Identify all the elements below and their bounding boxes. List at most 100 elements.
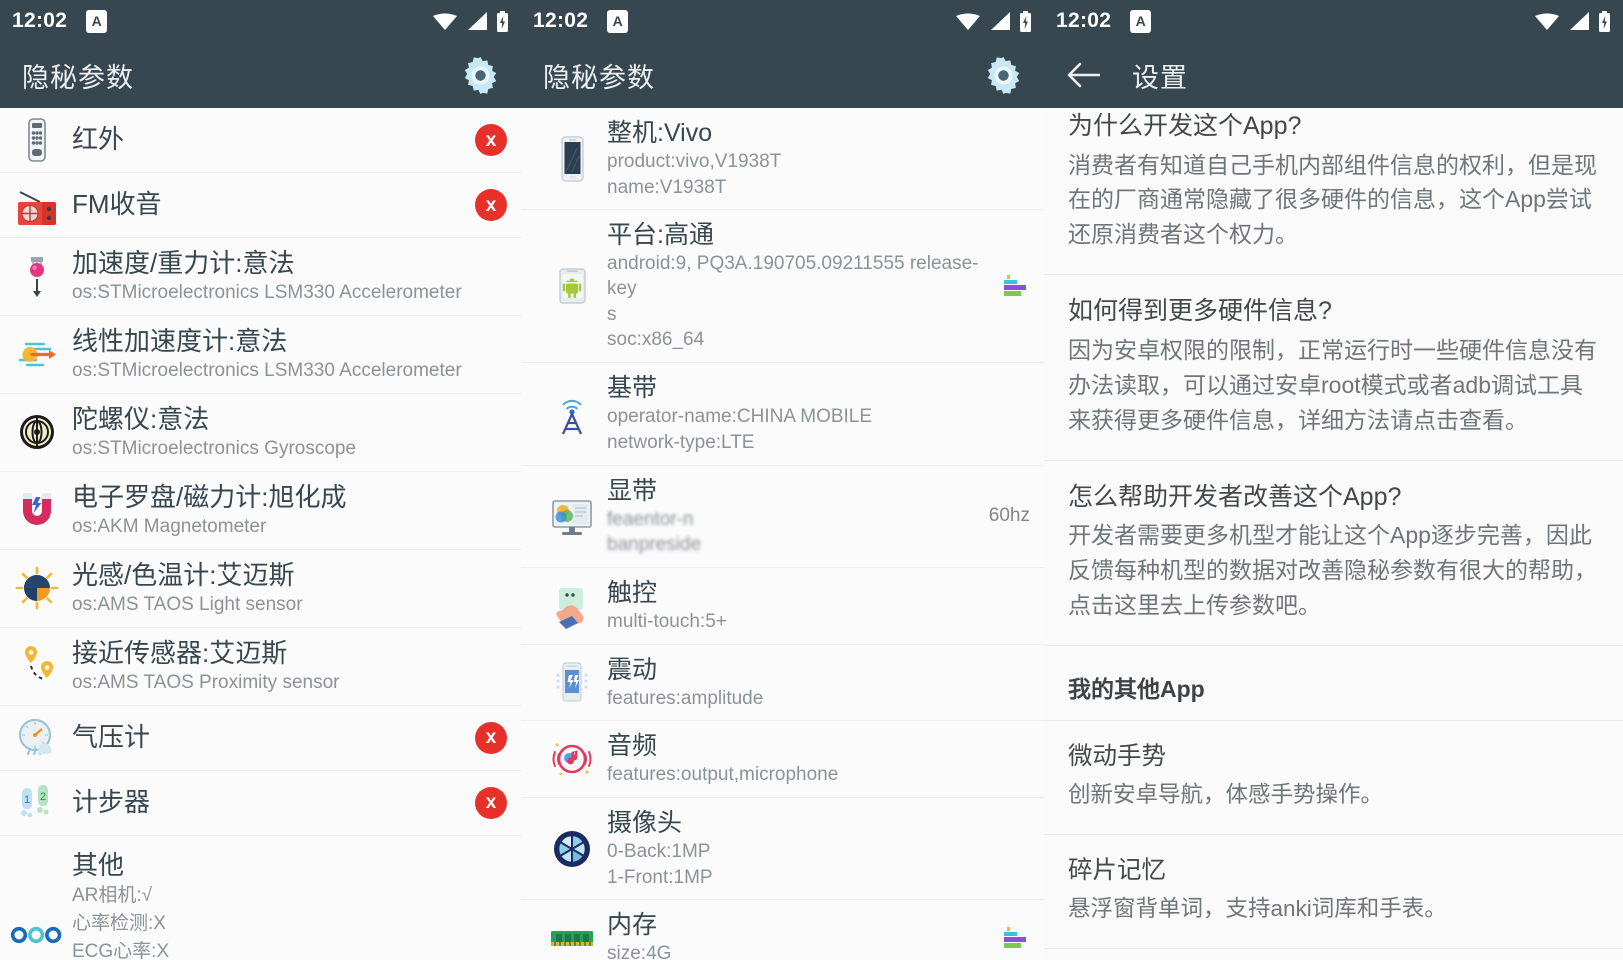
gear-icon[interactable] (462, 56, 499, 94)
battery-charging-icon (1598, 10, 1611, 32)
signal-icon (466, 12, 487, 30)
status-time: 12:02 (12, 9, 68, 32)
row-title: 气压计 (72, 722, 151, 753)
settings-list: 为什么开发这个App? 消费者有知道自己手机内部组件信息的权利，但是现在的厂商通… (1044, 108, 1623, 960)
accelerometer-icon (10, 249, 64, 303)
status-bar-3: 12:02 A (1044, 0, 1623, 42)
pedometer-icon: 1 2 (10, 776, 64, 830)
app-bar-1: 隐秘参数 (0, 42, 521, 108)
table-row[interactable]: 加速度/重力计:意法 os:STMicroelectronics LSM330 … (0, 238, 521, 316)
row-title: 其他 (72, 849, 125, 880)
status-badge-a: A (607, 9, 629, 33)
row-subtitle: os:STMicroelectronics LSM330 Acceleromet… (72, 360, 462, 382)
row-body: 红外 (64, 123, 467, 156)
app-desc: 创新安卓导航，体感手势操作。 (1068, 781, 1384, 807)
row-body: 气压计 (64, 721, 467, 754)
table-row[interactable]: 电子罗盘/磁力计:旭化成 os:AKM Magnetometer (0, 471, 521, 550)
baseband-antenna-icon (545, 387, 599, 441)
table-row[interactable]: 摄像头 0-Back:1MP 1-Front:1MP (521, 797, 1044, 901)
row-line: operator-name:CHINA MOBILE (607, 406, 873, 428)
row-title: FM收音 (72, 189, 162, 220)
table-row[interactable]: 显带 feaentor-n banpreside 60hz (521, 465, 1044, 568)
row-trailing: x (467, 189, 507, 221)
table-row[interactable]: 基带 operator-name:CHINA MOBILE network-ty… (521, 363, 1044, 466)
status-badge: x (475, 721, 507, 754)
table-row[interactable]: 红外 x (0, 108, 521, 173)
three-circles-icon (10, 908, 64, 960)
row-title: 平台:高通 (607, 221, 714, 250)
settings-section-why[interactable]: 为什么开发这个App? 消费者有知道自己手机内部组件信息的权利，但是现在的厂商通… (1044, 108, 1623, 276)
table-row[interactable]: 平台:高通 android:9, PQ3A.190705.09211555 re… (521, 210, 1044, 364)
bar-chart-icon[interactable] (1000, 273, 1030, 299)
table-row[interactable]: FM收音 x (0, 173, 521, 238)
wifi-icon (956, 13, 980, 30)
section-body: 开发者需要更多机型才能让这个App逐步完善，因此反馈每种机型的数据对改善隐秘参数… (1068, 522, 1597, 619)
section-heading: 怎么帮助开发者改善这个App? (1068, 482, 1402, 511)
settings-section-help[interactable]: 怎么帮助开发者改善这个App? 开发者需要更多机型才能让这个App逐步完善，因此… (1044, 461, 1623, 647)
table-row[interactable]: 接近传感器:艾迈斯 os:AMS TAOS Proximity sensor (0, 627, 521, 706)
table-row[interactable]: 震动 features:amplitude (521, 644, 1044, 722)
row-trailing[interactable] (990, 273, 1030, 299)
row-trailing: 60hz (983, 505, 1030, 527)
row-body: 平台:高通 android:9, PQ3A.190705.09211555 re… (599, 219, 990, 353)
settings-section-more-info[interactable]: 如何得到更多硬件信息? 因为安卓权限的限制，正常运行时一些硬件信息没有办法读取，… (1044, 275, 1623, 461)
android-platform-icon (545, 259, 599, 313)
row-body: 整机:Vivo product:vivo,V1938T name:V1938T (599, 117, 990, 200)
other-line: 心率检测:X (72, 912, 166, 934)
app-title-3: 设置 (1132, 62, 1188, 93)
row-body: 触控 multi-touch:5+ (599, 577, 990, 635)
table-row[interactable]: 线性加速度计:意法 os:STMicroelectronics LSM330 A… (0, 315, 521, 394)
row-title: 计步器 (72, 787, 151, 818)
table-row[interactable]: 气压计 x (0, 705, 521, 771)
bar-chart-icon[interactable] (1000, 925, 1030, 951)
row-body: 陀螺仪:意法 os:STMicroelectronics Gyroscope (64, 403, 467, 462)
row-body: 显带 feaentor-n banpreside (599, 475, 983, 558)
pane-device-info: 12:02 A 隐秘参数 整机:Vivo product:vivo,V1938T… (521, 0, 1044, 960)
row-line: network-type:LTE (607, 431, 755, 453)
row-line: features:amplitude (607, 687, 764, 709)
status-badge-a: A (1130, 9, 1152, 33)
row-subtitle: os:AKM Magnetometer (72, 516, 267, 538)
row-title: 电子罗盘/磁力计:旭化成 (72, 481, 347, 512)
status-icons (956, 10, 1032, 32)
barometer-icon (10, 711, 64, 765)
other-capabilities-row[interactable]: 其他 AR相机:√ 心率检测:X ECG心率:X 环境温度:√ 相对湿度:√ (0, 835, 521, 960)
back-arrow-icon[interactable] (1066, 61, 1102, 89)
table-row[interactable]: 音频 features:output,microphone (521, 721, 1044, 798)
status-icons (1535, 10, 1611, 32)
status-badge: x (475, 786, 507, 819)
memory-ram-icon (545, 911, 599, 960)
table-row[interactable]: 陀螺仪:意法 os:STMicroelectronics Gyroscope (0, 393, 521, 472)
table-row[interactable]: 整机:Vivo product:vivo,V1938T name:V1938T (521, 108, 1044, 211)
row-line: size:4G (607, 943, 672, 960)
gyroscope-icon (10, 405, 64, 459)
table-row[interactable]: 1 2 计步器 x (0, 770, 521, 836)
app-title-2: 隐秘参数 (543, 62, 655, 93)
table-row[interactable]: 内存 size:4G (521, 900, 1044, 960)
row-body: FM收音 (64, 188, 467, 221)
row-trailing: x (467, 721, 507, 754)
app-item-memory[interactable]: 碎片记忆 悬浮窗背单词，支持anki词库和手表。 (1044, 835, 1623, 950)
row-line: 0-Back:1MP (607, 840, 711, 862)
app-item-gesture[interactable]: 微动手势 创新安卓导航，体感手势操作。 (1044, 721, 1623, 836)
row-title: 陀螺仪:意法 (72, 403, 210, 434)
row-body: 光感/色温计:艾迈斯 os:AMS TAOS Light sensor (64, 559, 467, 618)
row-subtitle: os:STMicroelectronics Gyroscope (72, 438, 357, 460)
row-body: 其他 AR相机:√ 心率检测:X ECG心率:X 环境温度:√ 相对湿度:√ (64, 849, 507, 960)
signal-icon (989, 12, 1010, 30)
table-row[interactable]: 触控 multi-touch:5+ (521, 567, 1044, 645)
row-title: 显带 (607, 476, 658, 505)
app-item-battery[interactable]: 电池守护 守护你的电池，延长循环寿命。 (1044, 949, 1623, 960)
section-heading: 如何得到更多硬件信息? (1068, 297, 1332, 326)
table-row[interactable]: 光感/色温计:艾迈斯 os:AMS TAOS Light sensor (0, 549, 521, 628)
battery-charging-icon (1019, 10, 1032, 32)
row-title: 红外 (72, 124, 125, 155)
row-trailing[interactable] (990, 925, 1030, 951)
proximity-sensor-icon (10, 639, 64, 693)
wifi-icon (1535, 13, 1559, 30)
gear-icon[interactable] (985, 56, 1022, 94)
phone-icon (545, 132, 599, 186)
row-title: 接近传感器:艾迈斯 (72, 637, 288, 668)
row-line: name:V1938T (607, 176, 727, 198)
row-body: 电子罗盘/磁力计:旭化成 os:AKM Magnetometer (64, 481, 467, 540)
